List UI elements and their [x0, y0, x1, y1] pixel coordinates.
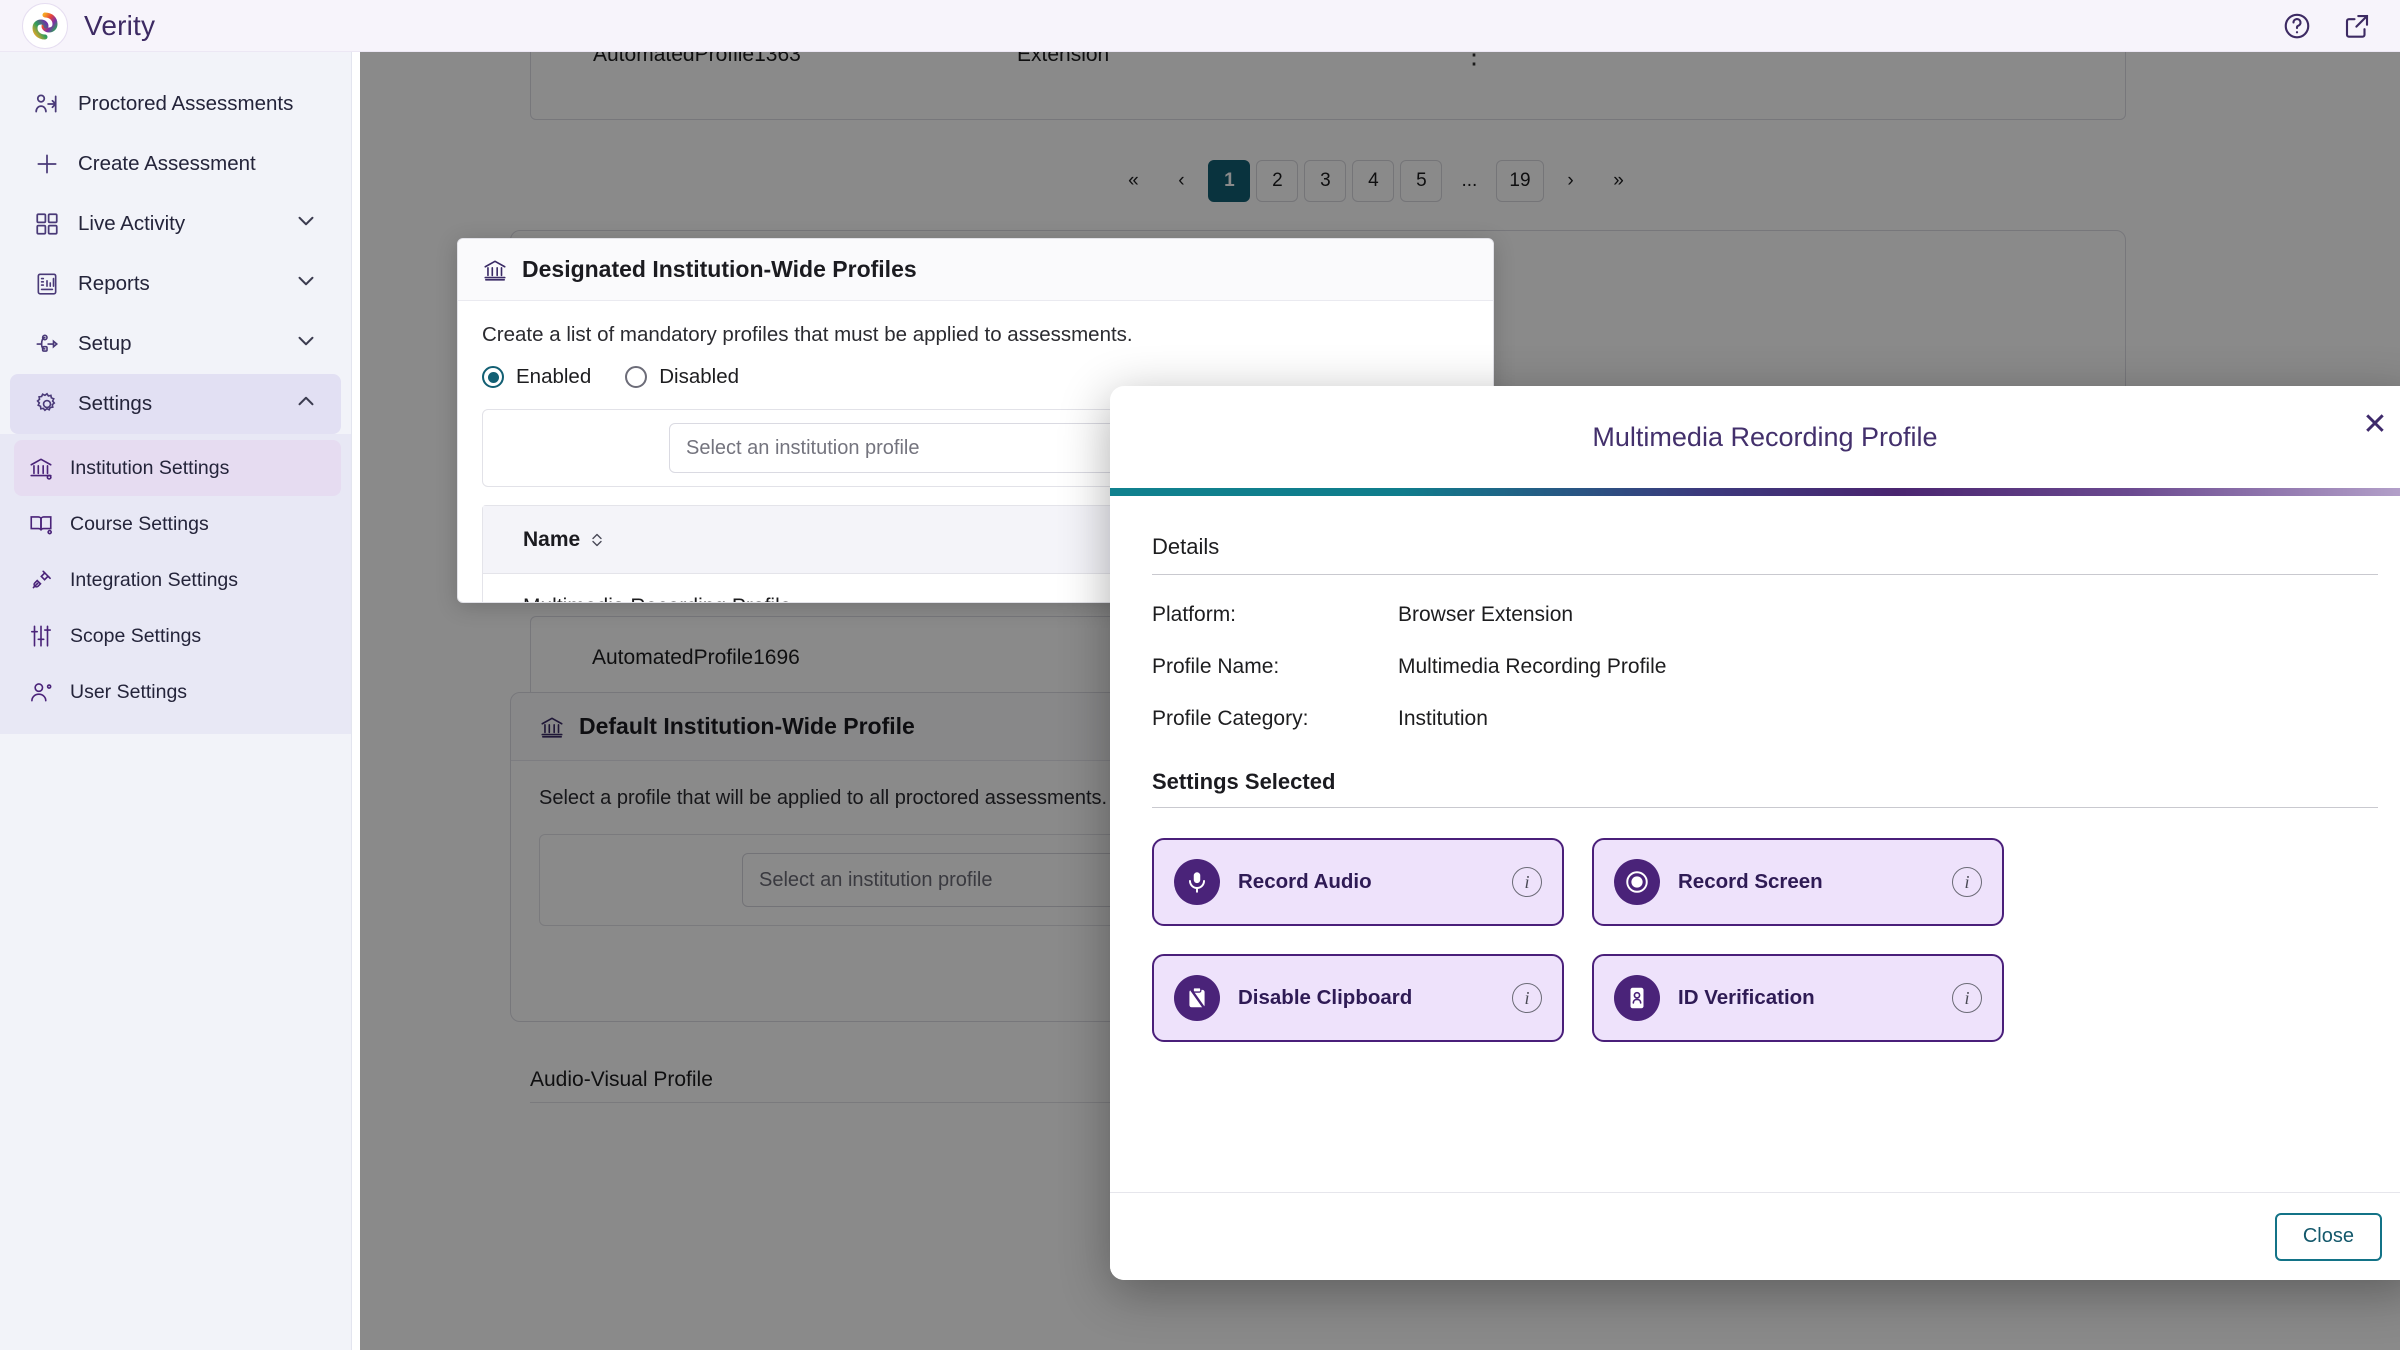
gear-icon — [34, 391, 60, 417]
microphone-icon — [1174, 859, 1220, 905]
sidebar-item-label: Setup — [78, 332, 132, 355]
sidebar-subitem-label: User Settings — [70, 680, 188, 703]
settings-subnav: Institution Settings Course Settings Int… — [0, 434, 351, 734]
setting-chip-label: Record Audio — [1238, 870, 1372, 893]
sidebar: Proctored Assessments Create Assessment … — [0, 52, 352, 1350]
modal-body: Details Platform: Browser Extension Prof… — [1110, 496, 2400, 1052]
sidebar-subitem-label: Course Settings — [70, 512, 209, 535]
chevron-down-icon[interactable] — [293, 328, 319, 360]
sidebar-item-reports[interactable]: Reports — [10, 254, 341, 314]
detail-value: Institution — [1398, 707, 1488, 730]
detail-row-profile-category: Profile Category: Institution — [1152, 707, 2378, 731]
detail-row-profile-name: Profile Name: Multimedia Recording Profi… — [1152, 655, 2378, 679]
sidebar-item-label: Settings — [78, 392, 153, 415]
sort-arrows-icon[interactable] — [590, 531, 604, 549]
setting-chip-label: Disable Clipboard — [1238, 986, 1413, 1009]
accent-gradient-bar — [1110, 488, 2400, 496]
bank-icon — [482, 257, 508, 283]
modal-header: Multimedia Recording Profile ✕ — [1110, 386, 2400, 488]
detail-value: Multimedia Recording Profile — [1398, 655, 1667, 678]
verity-logo-icon — [22, 2, 68, 49]
detail-label: Platform: — [1152, 603, 1237, 626]
help-icon[interactable] — [2282, 11, 2312, 41]
sidebar-item-institution-settings[interactable]: Institution Settings — [14, 440, 341, 496]
clipboard-off-icon — [1174, 975, 1220, 1021]
chevron-down-icon[interactable] — [293, 268, 319, 300]
info-icon[interactable]: i — [1952, 983, 1982, 1013]
id-card-icon — [1614, 975, 1660, 1021]
modal-footer: Close — [1110, 1192, 2400, 1280]
grid-icon — [34, 211, 60, 237]
sidebar-item-settings[interactable]: Settings — [10, 374, 341, 434]
radio-disabled[interactable]: Disabled — [625, 365, 739, 389]
designated-profile-select-value: Select an institution profile — [686, 436, 920, 459]
sidebar-item-label: Proctored Assessments — [78, 92, 294, 115]
bank-gear-icon — [28, 455, 54, 481]
radio-enabled[interactable]: Enabled — [482, 365, 591, 389]
close-button[interactable]: Close — [2274, 1212, 2382, 1261]
sidebar-item-live-activity[interactable]: Live Activity — [10, 194, 341, 254]
sidebar-item-label: Reports — [78, 272, 150, 295]
detail-label: Profile Name: — [1152, 655, 1280, 678]
record-circle-icon — [1614, 859, 1660, 905]
chevron-up-icon[interactable] — [293, 388, 319, 420]
sidebar-item-setup[interactable]: Setup — [10, 314, 341, 374]
app-header: Verity — [0, 0, 2400, 52]
external-link-icon[interactable] — [2342, 11, 2372, 41]
sidebar-item-user-settings[interactable]: User Settings — [14, 664, 341, 720]
detail-label: Profile Category: — [1152, 707, 1309, 730]
plug-icon — [28, 567, 54, 593]
radio-enabled-label: Enabled — [516, 365, 592, 388]
sliders-icon — [28, 623, 54, 649]
user-enter-icon — [34, 91, 60, 117]
divider — [1152, 807, 2378, 808]
detail-value: Browser Extension — [1398, 603, 1574, 626]
designated-panel-description: Create a list of mandatory profiles that… — [482, 323, 1133, 346]
brand[interactable]: Verity — [0, 2, 156, 49]
chevron-down-icon[interactable] — [293, 208, 319, 240]
book-gear-icon — [28, 511, 54, 537]
setting-chip-label: ID Verification — [1678, 986, 1815, 1009]
user-gear-icon — [28, 679, 54, 705]
info-icon[interactable]: i — [1512, 983, 1542, 1013]
designated-panel-title: Designated Institution-Wide Profiles — [522, 256, 917, 282]
sidebar-item-create-assessment[interactable]: Create Assessment — [10, 134, 341, 194]
setting-chip-label: Record Screen — [1678, 870, 1823, 893]
setting-chip-disable-clipboard[interactable]: Disable Clipboard i — [1152, 954, 1564, 1042]
plus-icon — [34, 151, 60, 177]
header-actions — [2282, 11, 2400, 41]
sidebar-item-course-settings[interactable]: Course Settings — [14, 496, 341, 552]
radio-disabled-label: Disabled — [659, 365, 740, 388]
setting-chip-record-screen[interactable]: Record Screen i — [1592, 838, 2004, 926]
sidebar-item-label: Create Assessment — [78, 152, 256, 175]
close-icon[interactable]: ✕ — [2358, 408, 2392, 442]
detail-row-platform: Platform: Browser Extension — [1152, 603, 2378, 627]
settings-chip-grid: Record Audio i Record Screen i Disable C… — [1152, 838, 2378, 1042]
sidebar-item-integration-settings[interactable]: Integration Settings — [14, 552, 341, 608]
sidebar-item-label: Live Activity — [78, 212, 186, 235]
setting-chip-id-verification[interactable]: ID Verification i — [1592, 954, 2004, 1042]
designated-panel-header: Designated Institution-Wide Profiles — [458, 239, 1493, 301]
column-header-label: Name — [523, 527, 581, 551]
profile-details-modal: Multimedia Recording Profile ✕ Details P… — [1110, 386, 2400, 1280]
info-icon[interactable]: i — [1952, 867, 1982, 897]
sidebar-subitem-label: Integration Settings — [70, 568, 239, 591]
sidebar-subitem-label: Scope Settings — [70, 624, 202, 647]
sidebar-item-proctored-assessments[interactable]: Proctored Assessments — [10, 74, 341, 134]
settings-selected-heading: Settings Selected — [1152, 769, 1336, 794]
workflow-icon — [34, 331, 60, 357]
divider — [1152, 574, 2378, 575]
sidebar-item-scope-settings[interactable]: Scope Settings — [14, 608, 341, 664]
sidebar-subitem-label: Institution Settings — [70, 456, 230, 479]
radio-selected-icon — [482, 366, 504, 388]
brand-name: Verity — [84, 9, 156, 41]
details-heading: Details — [1152, 534, 1220, 559]
modal-title: Multimedia Recording Profile — [1592, 421, 1938, 452]
info-icon[interactable]: i — [1512, 867, 1542, 897]
setting-chip-record-audio[interactable]: Record Audio i — [1152, 838, 1564, 926]
report-document-icon — [34, 271, 60, 297]
profile-name: Multimedia Recording Profile — [523, 595, 791, 603]
radio-unselected-icon — [625, 366, 648, 388]
